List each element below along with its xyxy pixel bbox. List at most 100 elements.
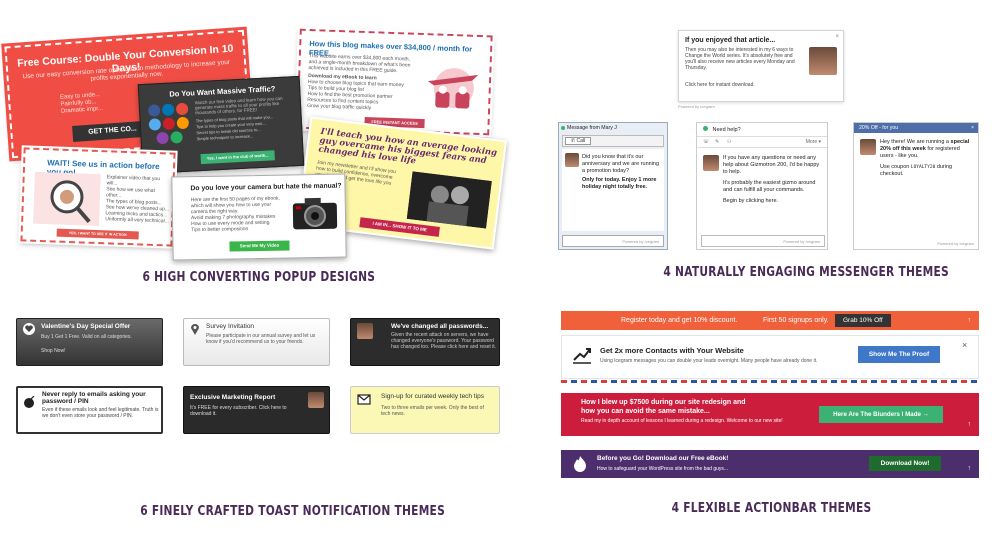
actionbar-body: Read my in depth account of lessons I le… (581, 418, 783, 424)
popup-body: Here are the first 50 pages of my ebook,… (191, 196, 282, 234)
toast-passwords[interactable]: We've changed all passwords... Given the… (350, 318, 500, 366)
messenger-article-card: If you enjoyed that article... Then you … (678, 30, 844, 102)
collapse-arrow-icon[interactable]: ↑ (968, 421, 972, 428)
powered-by: Powered by Icegram (622, 239, 659, 244)
more-menu[interactable]: More ▾ (806, 139, 821, 145)
popup-body: This website earns over $34,800 each mon… (307, 53, 414, 113)
toast-body: Please participate in our annual survey … (206, 333, 316, 345)
popup-list: Explainer video that you will... See how… (105, 174, 171, 224)
toast-survey[interactable]: Survey Invitation Please participate in … (183, 318, 330, 366)
toast-body: Given the recent attack on servers, we h… (391, 332, 497, 350)
messenger-header: Message from Mary J (559, 123, 667, 133)
close-icon[interactable]: × (962, 340, 967, 350)
toast-report[interactable]: Exclusive Marketing Report It's FREE for… (183, 386, 330, 434)
magnifier-person-icon (33, 171, 101, 227)
message-text: If you have any questions or need any he… (723, 155, 823, 205)
popup-list-item: Tips to better composition (191, 226, 249, 234)
twitter-icon (148, 118, 162, 131)
call-button[interactable]: ✆ Call (565, 137, 591, 145)
messenger-help: Need help? ☏ ✎ ⚇ More ▾ If you have any … (696, 122, 828, 250)
message-text: Hey there! We are running a special 20% … (880, 139, 970, 178)
collapse-arrow-icon[interactable]: ↑ (968, 465, 972, 472)
toast-body: Buy 1 Get 1 Free. Valid on all categorie… (41, 334, 132, 340)
phone-icon[interactable]: ☏ (703, 139, 709, 145)
actionbar-discount: Register today and get 10% discount. Fir… (561, 311, 979, 330)
avatar (308, 392, 324, 408)
airmail-stripe (561, 380, 979, 383)
message-text: Did you know that it's our anniversary a… (582, 154, 662, 191)
toast-newsletter[interactable]: Sign-up for curated weekly tech tips Two… (350, 386, 500, 434)
messenger-header: Need help? (703, 126, 741, 133)
message-input[interactable]: Powered by Icegram (562, 235, 664, 247)
messenger-header: 20% Off - for you × (854, 123, 978, 133)
heart-icon (23, 323, 35, 335)
join-club-button[interactable]: Yes, I want in the club of worth... (200, 150, 275, 165)
actionbar-caption: 4 FLEXIBLE ACTIONBAR THEMES (671, 501, 872, 516)
powered-by: Powered by Icegram (678, 104, 715, 109)
call-toolbar: ✆ Call (562, 135, 664, 147)
messenger-title: If you enjoyed that article... (685, 37, 776, 44)
messenger-mary: Message from Mary J ✆ Call Did you know … (558, 122, 668, 250)
avatar (809, 47, 837, 75)
blunders-button[interactable]: Here Are The Blunders I Made → (819, 406, 943, 423)
messenger-header-title: Message from Mary J (567, 125, 617, 131)
avatar (860, 139, 876, 155)
message-plain: Did you know that it's our anniversary a… (582, 154, 660, 174)
toast-body: It's FREE for every subscriber. Click he… (190, 405, 287, 417)
see-action-button[interactable]: YES, I WANT TO SEE IT IN ACTION (56, 228, 139, 240)
rss-icon (176, 116, 190, 130)
actionbar-text: First 50 signups only. (763, 317, 829, 324)
instagram-icon (156, 131, 169, 145)
add-user-icon[interactable]: ⚇ (727, 139, 731, 145)
messenger-caption: 4 NATURALLY ENGAGING MESSENGER THEMES (663, 265, 949, 280)
toast-body: Two to three emails per week. Only the b… (381, 405, 484, 417)
messenger-body: Then you may also be interested in my 6 … (685, 47, 795, 71)
actionbar-contacts: Get 2x more Contacts with Your Website U… (561, 335, 979, 379)
message-paragraph: If you have any questions or need any he… (723, 155, 820, 175)
actionbar-redesign: How I blew up $7500 during our site rede… (561, 393, 979, 436)
fire-icon (574, 456, 586, 472)
pinterest-icon (162, 117, 176, 131)
download-ebook-button[interactable]: Download Now! (869, 456, 941, 471)
message-input[interactable]: Powered by Icegram (701, 235, 825, 247)
messenger-download-link[interactable]: Click here for instant download. (685, 82, 755, 88)
toast-title: Never reply to emails asking your passwo… (42, 391, 146, 405)
toast-valentine[interactable]: Valentine's Day Special Offer Buy 1 Get … (16, 318, 163, 366)
message-body: Did you know that it's our anniversary a… (562, 149, 664, 231)
grab-discount-button[interactable]: Grab 10% Off (835, 314, 891, 327)
share-icon (170, 131, 183, 144)
popup-list-item: Uniformly all very technical... (105, 216, 169, 225)
coupon-code: LOYALTY20 (910, 165, 936, 170)
collapse-arrow-icon[interactable]: ↑ (968, 311, 972, 330)
toast-title: Valentine's Day Special Offer (41, 323, 131, 330)
message-plain: Hey there! We are running a (880, 139, 949, 145)
powered-by: Powered by Icegram (937, 241, 974, 246)
google-plus-icon (175, 102, 189, 116)
toast-body: Even if these emails look and feel legit… (42, 407, 159, 419)
show-proof-button[interactable]: Show Me The Proof (858, 346, 940, 363)
actionbar-title: How I blew up $7500 during our site rede… (581, 399, 746, 415)
actionbar-title: Before you Go! Download our Free eBook! (597, 455, 729, 462)
toast-title: Sign-up for curated weekly tech tips (381, 393, 484, 400)
toast-title: Exclusive Marketing Report (190, 394, 276, 401)
toast-title: We've changed all passwords... (391, 323, 489, 330)
avatar (357, 323, 373, 339)
close-icon[interactable]: × (971, 123, 974, 133)
location-pin-icon (191, 324, 199, 335)
toast-link[interactable]: Shop Now! (41, 348, 65, 354)
popup-subtitle: Watch our free video and learn how you c… (194, 95, 283, 116)
message-paragraph[interactable]: Begin by clicking here. (723, 198, 823, 205)
call-label: Call (576, 138, 586, 144)
popup-text: This website earns over $34,800 each mon… (308, 52, 411, 75)
actionbar-text: Register today and get 10% discount. (621, 317, 738, 324)
edit-icon[interactable]: ✎ (715, 139, 719, 145)
avatar (565, 153, 579, 167)
toast-caption: 6 FINELY CRAFTED TOAST NOTIFICATION THEM… (140, 504, 446, 519)
toast-security[interactable]: Never reply to emails asking your passwo… (16, 386, 163, 434)
close-icon[interactable]: × (835, 34, 839, 40)
messenger-toolbar: ☏ ✎ ⚇ More ▾ (697, 136, 827, 148)
camera-icon (292, 197, 338, 230)
send-video-button[interactable]: Send Me My Video (229, 240, 290, 252)
popup-camera-manual: Do you love your camera but hate the man… (171, 173, 347, 261)
toast-title: Survey Invitation (206, 323, 255, 330)
